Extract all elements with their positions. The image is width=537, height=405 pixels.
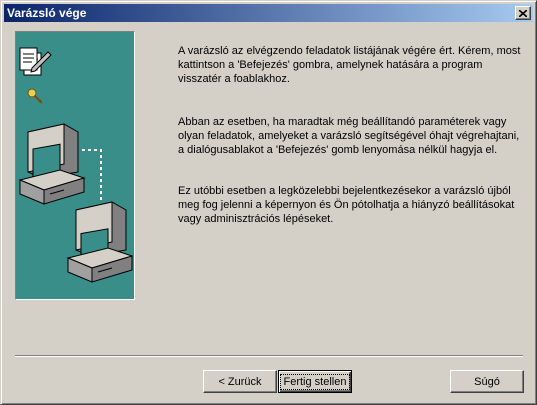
help-button[interactable]: Súgó [450, 370, 524, 393]
finish-button-label: Fertig stellen [279, 373, 351, 390]
paragraph-intro: A varázsló az elvégzendo feladatok listá… [178, 45, 521, 85]
paragraph-next-login: Ez utóbbi esetben a legközelebbi bejelen… [178, 185, 515, 225]
finish-button[interactable]: Fertig stellen [278, 370, 352, 393]
document-pen-icon [19, 47, 52, 76]
close-button[interactable] [515, 6, 531, 20]
close-icon [519, 9, 527, 17]
network-computers-illustration [18, 47, 134, 283]
title-bar[interactable]: Varázsló vége [4, 4, 533, 22]
separator [15, 355, 523, 357]
wizard-side-illustration [15, 31, 135, 300]
back-button[interactable]: < Zurück [203, 370, 277, 393]
key-icon [27, 88, 43, 104]
computer-icon [66, 201, 134, 283]
wizard-window: Varázsló vége A varázsló az elvégzendo f… [0, 0, 537, 405]
window-title: Varázsló vége [7, 6, 87, 20]
paragraph-remaining-tasks: Abban az esetben, ha maradtak még beállí… [178, 116, 520, 156]
computer-icon [18, 123, 86, 205]
